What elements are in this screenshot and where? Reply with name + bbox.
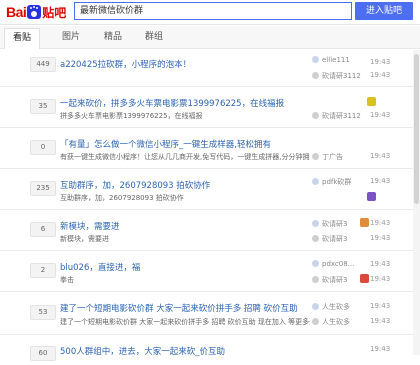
badge-icon: [360, 218, 369, 227]
thread-title[interactable]: a220425拉砍群，小程序的泡本！: [60, 58, 191, 70]
reply-time: 19:43: [370, 111, 391, 119]
reply-count: 53: [30, 305, 56, 320]
user-icon: [312, 260, 319, 267]
logo-text-bai: Bai: [6, 4, 27, 20]
thread-author[interactable]: ellie111: [312, 56, 350, 64]
reply-icon: [312, 318, 319, 325]
tab-images[interactable]: 图片: [62, 26, 80, 48]
thread-title[interactable]: 一起来砍价，拼多多火车票电影票1399976225，在线福报: [60, 97, 284, 109]
post-time: 19:43: [370, 260, 391, 268]
search-input[interactable]: 最新微信砍价群: [74, 2, 352, 20]
last-replier[interactable]: 砍请研3: [312, 234, 347, 244]
thread-title[interactable]: 建了一个短期电影砍价群 大家一起来砍价拼手多 招聘 砍价互助: [60, 302, 298, 314]
thread-title[interactable]: 500人群组中，进去，大家一起来砍_价互助: [60, 345, 225, 357]
thread-row[interactable]: 235 互助群序，加，2607928093 拍砍协作 互助群序，加，260792…: [0, 169, 420, 210]
reply-icon: [312, 112, 319, 119]
reply-count: 449: [30, 57, 56, 72]
enter-tieba-button[interactable]: 进入贴吧: [355, 2, 413, 20]
tab-featured[interactable]: 精品: [104, 26, 122, 48]
last-replier[interactable]: 砍请研3112: [312, 71, 361, 81]
last-replier[interactable]: 砍请研3112: [312, 111, 361, 121]
thread-row[interactable]: 0 「有量」怎么做一个微信小程序_一键生成样器,轻松拥有 有获一键生成微信小程序…: [0, 128, 420, 169]
post-time: 19:43: [370, 219, 391, 227]
last-replier-name: 砍请研3112: [322, 72, 361, 80]
thread-author[interactable]: 人生砍多: [312, 302, 350, 312]
last-replier-name: 砍请研3: [322, 235, 348, 243]
reply-icon: [312, 153, 319, 160]
last-replier-name: 砍请研3: [322, 276, 348, 284]
thread-title[interactable]: 新模块，需要进: [60, 220, 120, 232]
scrollbar[interactable]: [413, 50, 420, 355]
last-replier-name: 丁广告: [322, 153, 343, 161]
thread-snippet: 新模块，需要进: [60, 235, 109, 243]
thread-row[interactable]: 53 建了一个短期电影砍价群 大家一起来砍价拼手多 招聘 砍价互助 建了一个短期…: [0, 292, 420, 335]
user-icon: [312, 220, 319, 227]
reply-icon: [312, 72, 319, 79]
thread-snippet: 拼多多火车票电影票1399976225，在线福报: [60, 112, 203, 120]
thread-row[interactable]: 2 blu026，直接进，福 拳击 pdxc08... 砍请研3 19:43 1…: [0, 251, 420, 292]
reply-time: 19:43: [370, 317, 391, 325]
post-time: 19:43: [370, 345, 391, 353]
badge-icon: [367, 192, 376, 201]
baidu-paw-icon: [27, 5, 42, 19]
last-replier[interactable]: 丁广告: [312, 152, 343, 162]
baidu-tieba-logo[interactable]: Bai 贴吧: [6, 3, 66, 21]
reply-count: 0: [30, 140, 56, 155]
top-header: Bai 贴吧 最新微信砍价群 进入贴吧: [0, 0, 420, 25]
reply-count: 235: [30, 181, 56, 196]
thread-title[interactable]: 互助群序，加，2607928093 拍砍协作: [60, 179, 210, 191]
reply-time: 19:43: [370, 234, 391, 242]
post-time: 19:43: [370, 58, 391, 66]
reply-icon: [312, 235, 319, 242]
thread-row[interactable]: 60 500人群组中，进去，大家一起来砍_价互助 19:43: [0, 335, 420, 365]
badge-icon: [367, 97, 376, 106]
reply-time: 19:43: [370, 152, 391, 160]
author-name: 砍请研3: [322, 220, 348, 228]
post-time: 19:43: [370, 177, 391, 185]
tab-bar: 看贴 图片 精品 群组: [0, 26, 420, 49]
thread-author[interactable]: pdfk砍群: [312, 177, 351, 187]
reply-count: 6: [30, 222, 56, 237]
thread-row[interactable]: 6 新模块，需要进 新模块，需要进 砍请研3 砍请研3 19:43 19:43: [0, 210, 420, 251]
last-replier[interactable]: 砍请研3: [312, 275, 347, 285]
post-time: 19:43: [370, 302, 391, 310]
thread-row[interactable]: 449 a220425拉砍群，小程序的泡本！ ellie111 砍请研3112 …: [0, 50, 420, 87]
thread-title[interactable]: 「有量」怎么做一个微信小程序_一键生成样器,轻松拥有: [60, 138, 271, 150]
reply-count: 2: [30, 263, 56, 278]
reply-icon: [312, 276, 319, 283]
badge-icon: [360, 274, 369, 283]
thread-title[interactable]: blu026，直接进，福: [60, 261, 140, 273]
author-name: pdxc08...: [322, 260, 355, 268]
tab-groups[interactable]: 群组: [145, 26, 163, 48]
reply-count: 60: [30, 346, 56, 361]
last-replier[interactable]: 人生砍多: [312, 317, 350, 327]
user-icon: [312, 56, 319, 63]
last-replier-name: 砍请研3112: [322, 112, 361, 120]
logo-text-tieba: 贴吧: [42, 5, 67, 20]
reply-time: 19:43: [370, 71, 391, 79]
tab-view-posts[interactable]: 看贴: [4, 28, 41, 49]
author-name: 人生砍多: [322, 303, 350, 311]
reply-time: 19:43: [370, 275, 391, 283]
thread-snippet: 互助群序，加，2607928093 拍砍协作: [60, 194, 184, 202]
user-icon: [312, 178, 319, 185]
thread-author[interactable]: 砍请研3: [312, 219, 347, 229]
thread-snippet: 拳击: [60, 276, 74, 284]
thread-row[interactable]: 35 一起来砍价，拼多多火车票电影票1399976225，在线福报 拼多多火车票…: [0, 87, 420, 128]
thread-snippet: 有获一键生成微信小程序！让您从几几商开发,免写代码，一键生成拼器,分分钟拥有小程…: [60, 153, 310, 161]
last-replier-name: 人生砍多: [322, 318, 350, 326]
thread-snippet: 建了一个短期电影砍价群 大家一起来砍价拼手多 招聘 砍价互助 现在加入 等更多进…: [60, 318, 310, 326]
reply-count: 35: [30, 99, 56, 114]
thread-author[interactable]: pdxc08...: [312, 260, 354, 268]
scrollbar-thumb[interactable]: [414, 54, 419, 204]
author-name: ellie111: [322, 56, 350, 64]
author-name: pdfk砍群: [322, 178, 352, 186]
user-icon: [312, 303, 319, 310]
